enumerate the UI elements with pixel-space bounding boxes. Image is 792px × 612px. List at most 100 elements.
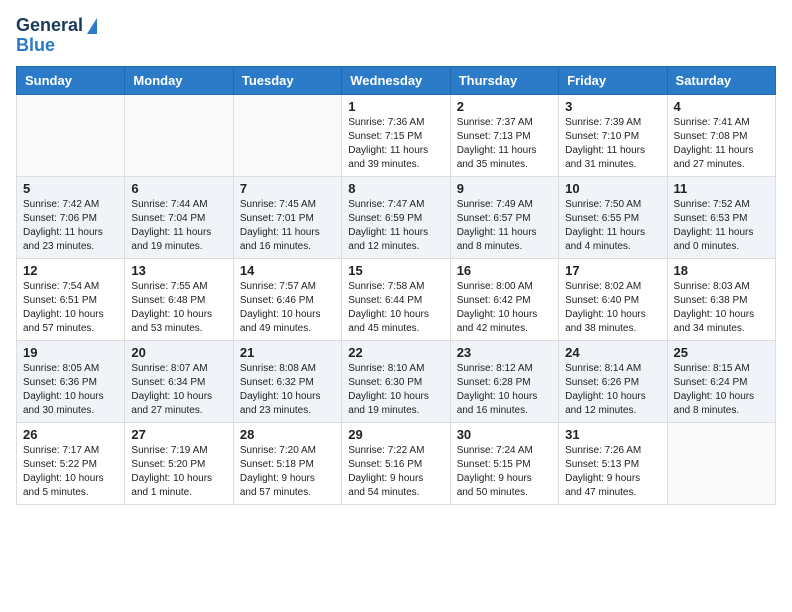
calendar-cell: 13 Sunrise: 7:55 AM Sunset: 6:48 PM Dayli…	[125, 258, 233, 340]
day-number: 23	[457, 345, 552, 360]
weekday-header-monday: Monday	[125, 66, 233, 94]
day-number: 15	[348, 263, 443, 278]
day-info: Sunrise: 7:22 AM Sunset: 5:16 PM Dayligh…	[348, 444, 443, 500]
day-number: 29	[348, 427, 443, 442]
day-info: Sunrise: 7:57 AM Sunset: 6:46 PM Dayligh…	[240, 280, 335, 336]
day-info: Sunrise: 7:19 AM Sunset: 5:20 PM Dayligh…	[131, 444, 226, 500]
day-info: Sunrise: 8:03 AM Sunset: 6:38 PM Dayligh…	[674, 280, 769, 336]
day-info: Sunrise: 7:47 AM Sunset: 6:59 PM Dayligh…	[348, 198, 443, 254]
weekday-header-saturday: Saturday	[667, 66, 775, 94]
calendar-cell: 25 Sunrise: 8:15 AM Sunset: 6:24 PM Dayli…	[667, 340, 775, 422]
calendar-cell: 11 Sunrise: 7:52 AM Sunset: 6:53 PM Dayli…	[667, 176, 775, 258]
day-info: Sunrise: 7:26 AM Sunset: 5:13 PM Dayligh…	[565, 444, 660, 500]
page-header: General Blue	[16, 16, 776, 56]
calendar-cell: 23 Sunrise: 8:12 AM Sunset: 6:28 PM Dayli…	[450, 340, 558, 422]
day-info: Sunrise: 7:17 AM Sunset: 5:22 PM Dayligh…	[23, 444, 118, 500]
day-info: Sunrise: 7:39 AM Sunset: 7:10 PM Dayligh…	[565, 116, 660, 172]
calendar-week-row: 1Sunrise: 7:36 AM Sunset: 7:15 PM Daylig…	[17, 94, 776, 176]
day-info: Sunrise: 8:10 AM Sunset: 6:30 PM Dayligh…	[348, 362, 443, 418]
day-info: Sunrise: 7:20 AM Sunset: 5:18 PM Dayligh…	[240, 444, 335, 500]
day-info: Sunrise: 7:37 AM Sunset: 7:13 PM Dayligh…	[457, 116, 552, 172]
logo-text-general: General	[16, 16, 83, 36]
weekday-header-thursday: Thursday	[450, 66, 558, 94]
calendar-week-row: 12Sunrise: 7:54 AM Sunset: 6:51 PM Dayli…	[17, 258, 776, 340]
calendar-cell: 29 Sunrise: 7:22 AM Sunset: 5:16 PM Dayli…	[342, 422, 450, 504]
calendar-cell	[233, 94, 341, 176]
weekday-header-friday: Friday	[559, 66, 667, 94]
day-info: Sunrise: 8:02 AM Sunset: 6:40 PM Dayligh…	[565, 280, 660, 336]
day-info: Sunrise: 8:15 AM Sunset: 6:24 PM Dayligh…	[674, 362, 769, 418]
calendar-cell: 21 Sunrise: 8:08 AM Sunset: 6:32 PM Dayli…	[233, 340, 341, 422]
day-number: 12	[23, 263, 118, 278]
day-number: 28	[240, 427, 335, 442]
calendar-cell: 28 Sunrise: 7:20 AM Sunset: 5:18 PM Dayli…	[233, 422, 341, 504]
calendar-cell: 4 Sunrise: 7:41 AM Sunset: 7:08 PM Daylig…	[667, 94, 775, 176]
day-info: Sunrise: 7:55 AM Sunset: 6:48 PM Dayligh…	[131, 280, 226, 336]
day-number: 2	[457, 99, 552, 114]
day-number: 11	[674, 181, 769, 196]
day-number: 8	[348, 181, 443, 196]
day-number: 22	[348, 345, 443, 360]
calendar-cell: 8 Sunrise: 7:47 AM Sunset: 6:59 PM Daylig…	[342, 176, 450, 258]
calendar-cell: 17 Sunrise: 8:02 AM Sunset: 6:40 PM Dayli…	[559, 258, 667, 340]
day-number: 24	[565, 345, 660, 360]
day-number: 31	[565, 427, 660, 442]
day-info: Sunrise: 7:36 AM Sunset: 7:15 PM Dayligh…	[348, 116, 443, 172]
day-number: 30	[457, 427, 552, 442]
day-info: Sunrise: 8:12 AM Sunset: 6:28 PM Dayligh…	[457, 362, 552, 418]
day-info: Sunrise: 7:45 AM Sunset: 7:01 PM Dayligh…	[240, 198, 335, 254]
day-info: Sunrise: 8:08 AM Sunset: 6:32 PM Dayligh…	[240, 362, 335, 418]
day-number: 14	[240, 263, 335, 278]
day-number: 19	[23, 345, 118, 360]
weekday-header-wednesday: Wednesday	[342, 66, 450, 94]
day-info: Sunrise: 8:14 AM Sunset: 6:26 PM Dayligh…	[565, 362, 660, 418]
day-number: 4	[674, 99, 769, 114]
calendar-cell: 6Sunrise: 7:44 AM Sunset: 7:04 PM Daylig…	[125, 176, 233, 258]
day-info: Sunrise: 7:52 AM Sunset: 6:53 PM Dayligh…	[674, 198, 769, 254]
day-number: 20	[131, 345, 226, 360]
calendar-cell	[667, 422, 775, 504]
calendar-table: SundayMondayTuesdayWednesdayThursdayFrid…	[16, 66, 776, 505]
day-info: Sunrise: 7:41 AM Sunset: 7:08 PM Dayligh…	[674, 116, 769, 172]
day-number: 16	[457, 263, 552, 278]
day-number: 17	[565, 263, 660, 278]
calendar-cell: 19 Sunrise: 8:05 AM Sunset: 6:36 PM Dayli…	[17, 340, 125, 422]
calendar-cell: 22 Sunrise: 8:10 AM Sunset: 6:30 PM Dayli…	[342, 340, 450, 422]
day-number: 21	[240, 345, 335, 360]
calendar-week-row: 19 Sunrise: 8:05 AM Sunset: 6:36 PM Dayli…	[17, 340, 776, 422]
calendar-cell: 24 Sunrise: 8:14 AM Sunset: 6:26 PM Dayli…	[559, 340, 667, 422]
day-number: 13	[131, 263, 226, 278]
calendar-cell: 20 Sunrise: 8:07 AM Sunset: 6:34 PM Dayli…	[125, 340, 233, 422]
day-number: 10	[565, 181, 660, 196]
day-number: 5	[23, 181, 118, 196]
day-number: 26	[23, 427, 118, 442]
calendar-week-row: 5 Sunrise: 7:42 AM Sunset: 7:06 PM Daylig…	[17, 176, 776, 258]
calendar-cell	[17, 94, 125, 176]
calendar-cell: 18Sunrise: 8:03 AM Sunset: 6:38 PM Dayli…	[667, 258, 775, 340]
calendar-cell: 2 Sunrise: 7:37 AM Sunset: 7:13 PM Daylig…	[450, 94, 558, 176]
logo-text-blue: Blue	[16, 36, 55, 56]
day-info: Sunrise: 7:24 AM Sunset: 5:15 PM Dayligh…	[457, 444, 552, 500]
day-number: 3	[565, 99, 660, 114]
day-info: Sunrise: 7:58 AM Sunset: 6:44 PM Dayligh…	[348, 280, 443, 336]
weekday-header-tuesday: Tuesday	[233, 66, 341, 94]
logo: General Blue	[16, 16, 97, 56]
calendar-cell: 26 Sunrise: 7:17 AM Sunset: 5:22 PM Dayli…	[17, 422, 125, 504]
day-info: Sunrise: 8:00 AM Sunset: 6:42 PM Dayligh…	[457, 280, 552, 336]
day-info: Sunrise: 8:07 AM Sunset: 6:34 PM Dayligh…	[131, 362, 226, 418]
day-number: 9	[457, 181, 552, 196]
day-info: Sunrise: 8:05 AM Sunset: 6:36 PM Dayligh…	[23, 362, 118, 418]
calendar-cell: 12Sunrise: 7:54 AM Sunset: 6:51 PM Dayli…	[17, 258, 125, 340]
calendar-cell	[125, 94, 233, 176]
calendar-cell: 30 Sunrise: 7:24 AM Sunset: 5:15 PM Dayli…	[450, 422, 558, 504]
day-number: 25	[674, 345, 769, 360]
calendar-cell: 5 Sunrise: 7:42 AM Sunset: 7:06 PM Daylig…	[17, 176, 125, 258]
calendar-cell: 14 Sunrise: 7:57 AM Sunset: 6:46 PM Dayli…	[233, 258, 341, 340]
calendar-cell: 10 Sunrise: 7:50 AM Sunset: 6:55 PM Dayli…	[559, 176, 667, 258]
day-info: Sunrise: 7:42 AM Sunset: 7:06 PM Dayligh…	[23, 198, 118, 254]
day-info: Sunrise: 7:50 AM Sunset: 6:55 PM Dayligh…	[565, 198, 660, 254]
day-number: 27	[131, 427, 226, 442]
calendar-cell: 15 Sunrise: 7:58 AM Sunset: 6:44 PM Dayli…	[342, 258, 450, 340]
calendar-cell: 16 Sunrise: 8:00 AM Sunset: 6:42 PM Dayli…	[450, 258, 558, 340]
day-info: Sunrise: 7:49 AM Sunset: 6:57 PM Dayligh…	[457, 198, 552, 254]
